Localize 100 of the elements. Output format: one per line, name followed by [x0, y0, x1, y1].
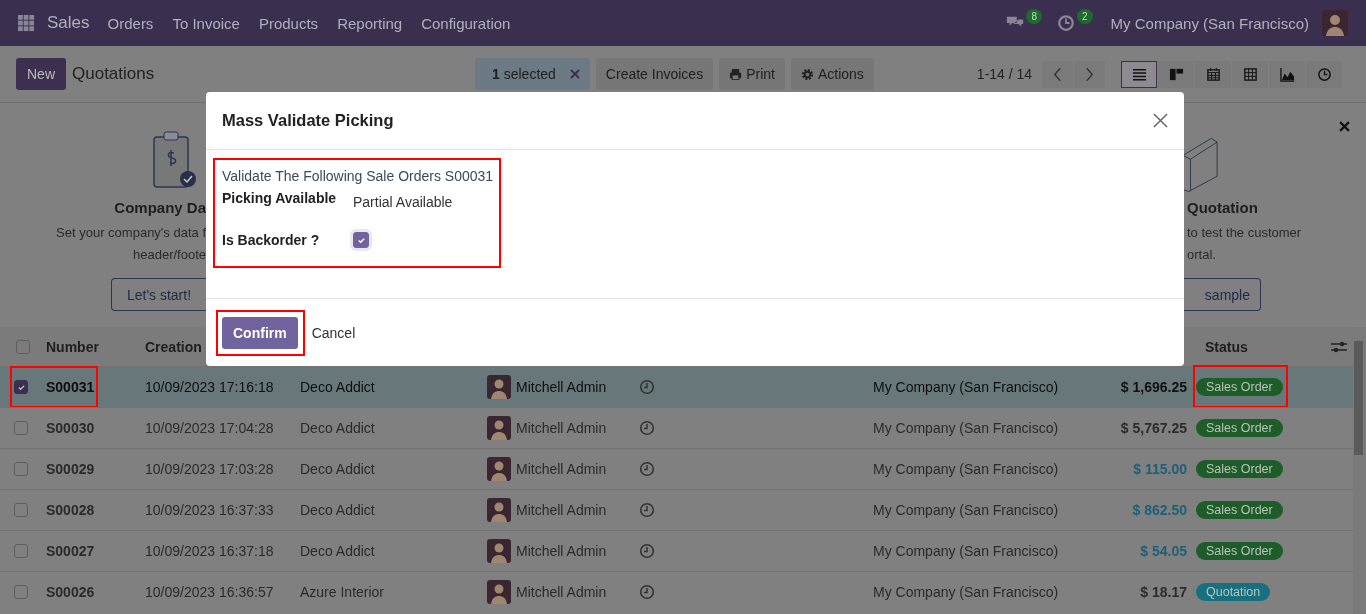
row-checkbox[interactable] [14, 421, 28, 435]
status-badge: Sales Order [1196, 378, 1283, 396]
action-button[interactable]: Create Invoices [595, 58, 714, 90]
table-cell-text: Deco Addict [299, 420, 376, 436]
close-icon[interactable] [1339, 121, 1350, 132]
table-row[interactable]: S00028 10/09/2023 16:37:33 Deco Addict Mitchell Admin My Company (San Francisco) $ 862.50 Sales Order [0, 489, 1353, 530]
card-title: Company Da [114, 199, 206, 216]
pager-text: 1-14 / 14 [976, 66, 1033, 82]
status-badge: Quotation [1196, 583, 1271, 601]
table-cell-text: 10/09/2023 17:03:28 [144, 461, 275, 477]
table-cell-text: Deco Addict [299, 379, 376, 395]
table-cell-text: $ 54.05 [1139, 543, 1187, 559]
checkmark-icon [356, 235, 366, 245]
clock-icon[interactable] [639, 584, 655, 600]
chevron-left-icon [1053, 66, 1063, 82]
clock-icon[interactable] [639, 420, 655, 436]
row-checkbox[interactable] [14, 585, 28, 599]
table-row[interactable]: S00026 10/09/2023 16:36:57 Azure Interior Mitchell Admin My Company (San Francisco) $ 18.17 Quotation [0, 571, 1353, 612]
cancel-button[interactable]: Cancel [303, 316, 364, 349]
table-row[interactable]: S00030 10/09/2023 17:04:28 Deco Addict Mitchell Admin My Company (San Francisco) $ 5,767.25 Sales Order [0, 407, 1353, 448]
pivot-view-button[interactable] [1232, 60, 1269, 88]
column-header[interactable]: Status [1196, 338, 1331, 355]
table-cell-text: My Company (San Francisco) [872, 502, 1060, 518]
clock-icon[interactable] [639, 543, 655, 559]
pivot-view-icon [1242, 66, 1258, 82]
calendar-view-icon [1205, 66, 1221, 82]
table-cell-text: My Company (San Francisco) [872, 543, 1060, 559]
table-row[interactable]: S00027 10/09/2023 16:37:18 Deco Addict Mitchell Admin My Company (San Francisco) $ 54.05 Sales Order [0, 530, 1353, 571]
printer-icon [729, 67, 743, 81]
clock-icon[interactable] [639, 461, 655, 477]
status-badge: Sales Order [1196, 542, 1283, 560]
user-avatar [487, 375, 511, 399]
dialog-message: Validate The Following Sale Orders S00031 [222, 168, 494, 184]
clock-icon[interactable] [639, 379, 655, 395]
row-checkbox[interactable] [14, 380, 28, 394]
close-icon[interactable] [1153, 113, 1168, 128]
app-name[interactable]: Sales [47, 13, 90, 33]
table-cell-text: Deco Addict [299, 543, 376, 559]
user-avatar [487, 457, 511, 481]
table-cell-text: My Company (San Francisco) [872, 461, 1060, 477]
close-icon[interactable] [569, 69, 580, 79]
table-cell: Mitchell Admin [516, 584, 607, 600]
table-cell-text: My Company (San Francisco) [872, 420, 1060, 436]
kanban-view-icon [1168, 66, 1184, 82]
menu-item[interactable]: To Invoice [172, 14, 240, 32]
previous-page-button[interactable] [1042, 60, 1074, 88]
list-view-button[interactable] [1121, 60, 1158, 88]
backorder-checkbox[interactable] [353, 232, 369, 248]
confirm-button[interactable]: Confirm [222, 316, 298, 349]
column-header[interactable]: Creation [145, 338, 205, 355]
menu-item[interactable]: Products [258, 14, 319, 32]
next-page-button[interactable] [1074, 60, 1106, 88]
table-cell-text: S00027 [45, 543, 96, 559]
activity-view-icon [1316, 66, 1332, 82]
graph-view-button[interactable] [1269, 60, 1306, 88]
graph-view-icon [1279, 66, 1295, 82]
status-badge: Sales Order [1196, 460, 1283, 478]
user-avatar [487, 539, 511, 563]
table-cell: Mitchell Admin [516, 420, 607, 436]
row-checkbox[interactable] [14, 544, 28, 558]
message-count-badge: 8 [1026, 8, 1043, 24]
field-label: Picking Available [222, 190, 338, 206]
table-cell-text: 10/09/2023 16:37:18 [144, 543, 275, 559]
card-text: to test the customer [1187, 224, 1302, 242]
page-title: Quotations [72, 64, 156, 84]
user-avatar[interactable] [1322, 10, 1348, 36]
table-row[interactable]: S00031 10/09/2023 17:16:18 Deco Addict Mitchell Admin My Company (San Francisco) $ 1,696.25 Sales Order [0, 366, 1353, 407]
table-cell-text: Azure Interior [299, 584, 386, 600]
action-button[interactable]: Actions [790, 58, 874, 90]
table-cell: Mitchell Admin [516, 461, 607, 477]
menu-item[interactable]: Reporting [337, 14, 403, 32]
checkmark-icon [16, 382, 26, 392]
menu-item[interactable]: Configuration [421, 14, 511, 32]
action-button[interactable]: Print [719, 58, 785, 90]
table-cell-text: My Company (San Francisco) [872, 584, 1060, 600]
calendar-view-button[interactable] [1195, 60, 1232, 88]
menu-item[interactable]: Orders [107, 14, 154, 32]
table-cell-text: S00030 [45, 420, 96, 436]
table-cell-text: Deco Addict [299, 461, 376, 477]
row-checkbox[interactable] [14, 462, 28, 476]
table-cell-text: $ 5,767.25 [1119, 420, 1187, 436]
table-cell-text: My Company (San Francisco) [872, 379, 1060, 395]
apps-grid-icon[interactable] [18, 14, 35, 32]
field-value: Partial Available [353, 194, 453, 210]
table-row[interactable]: S00029 10/09/2023 17:03:28 Deco Addict Mitchell Admin My Company (San Francisco) $ 115.00 Sales Order [0, 448, 1353, 489]
scrollbar[interactable] [1353, 327, 1366, 614]
new-button[interactable]: New [16, 58, 66, 90]
activity-view-button[interactable] [1306, 60, 1343, 88]
clock-icon[interactable] [1056, 14, 1077, 32]
row-checkbox[interactable] [14, 503, 28, 517]
column-header[interactable]: Number [46, 338, 145, 355]
status-badge: Sales Order [1196, 501, 1283, 519]
company-switcher[interactable]: My Company (San Francisco) [1110, 14, 1309, 32]
select-all-checkbox[interactable] [16, 339, 30, 354]
table-cell-text: S00029 [45, 461, 96, 477]
kanban-view-button[interactable] [1158, 60, 1195, 88]
activity-count-badge: 2 [1077, 8, 1093, 24]
card-title: Quotation [1187, 199, 1258, 216]
column-settings-icon[interactable] [1331, 339, 1347, 354]
clock-icon[interactable] [639, 502, 655, 518]
